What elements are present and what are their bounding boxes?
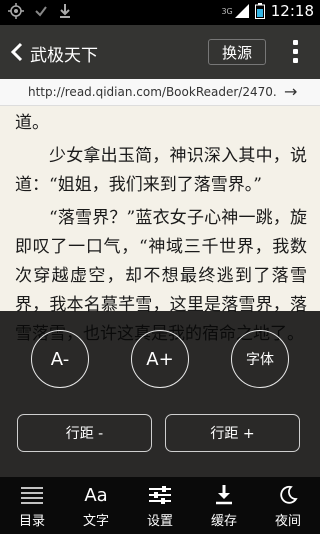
text-size-icon: Aa: [84, 484, 108, 506]
nav-catalog[interactable]: 目录: [0, 477, 64, 534]
line-spacing-decrease-button[interactable]: 行距 -: [17, 414, 152, 452]
moon-icon: [280, 485, 298, 504]
check-icon: [35, 6, 47, 17]
nav-settings[interactable]: 设置: [128, 477, 192, 534]
nav-label: 夜间: [274, 514, 301, 529]
arrow-right-icon[interactable]: →: [284, 82, 297, 101]
status-bar: 3G 12:18: [0, 0, 320, 25]
font-decrease-button[interactable]: A-: [31, 330, 89, 388]
source-url: http://read.qidian.com/BookReader/2470.: [28, 85, 276, 99]
nav-label: 缓存: [210, 514, 237, 529]
gps-icon: [8, 3, 24, 19]
top-toolbar: 武极天下 换源: [0, 25, 320, 79]
nav-label: 文字: [82, 514, 109, 529]
paragraph: 少女拿出玉简，神识深入其中，说道：“姐姐，我们来到了落雪界。”: [15, 146, 307, 195]
nav-label: 目录: [18, 514, 45, 529]
clock: 12:18: [270, 2, 314, 20]
bottom-navigation: 目录 Aa 文字 设置 缓存 夜间: [0, 477, 320, 534]
network-type: 3G: [221, 6, 233, 16]
download-icon: [216, 485, 232, 505]
paragraph: 道。: [15, 113, 49, 133]
sliders-icon: [149, 486, 171, 504]
nav-cache[interactable]: 缓存: [192, 477, 256, 534]
list-icon: [21, 487, 43, 504]
switch-source-button[interactable]: 换源: [208, 39, 266, 65]
font-face-button[interactable]: 字体: [231, 330, 289, 388]
nav-text[interactable]: Aa 文字: [64, 477, 128, 534]
system-icons: 3G 12:18: [221, 2, 314, 20]
download-notification-icon: [60, 4, 70, 18]
book-title: 武极天下: [30, 46, 98, 66]
notification-icons: [8, 3, 72, 19]
battery-icon: [254, 3, 265, 19]
back-icon[interactable]: [6, 39, 30, 65]
line-spacing-increase-button[interactable]: 行距 +: [165, 414, 300, 452]
nav-night-mode[interactable]: 夜间: [256, 477, 320, 534]
font-increase-button[interactable]: A+: [131, 330, 189, 388]
more-options-icon[interactable]: [284, 37, 306, 67]
nav-label: 设置: [146, 514, 173, 529]
signal-icon: [234, 4, 249, 18]
source-url-bar[interactable]: http://read.qidian.com/BookReader/2470. …: [0, 79, 320, 106]
